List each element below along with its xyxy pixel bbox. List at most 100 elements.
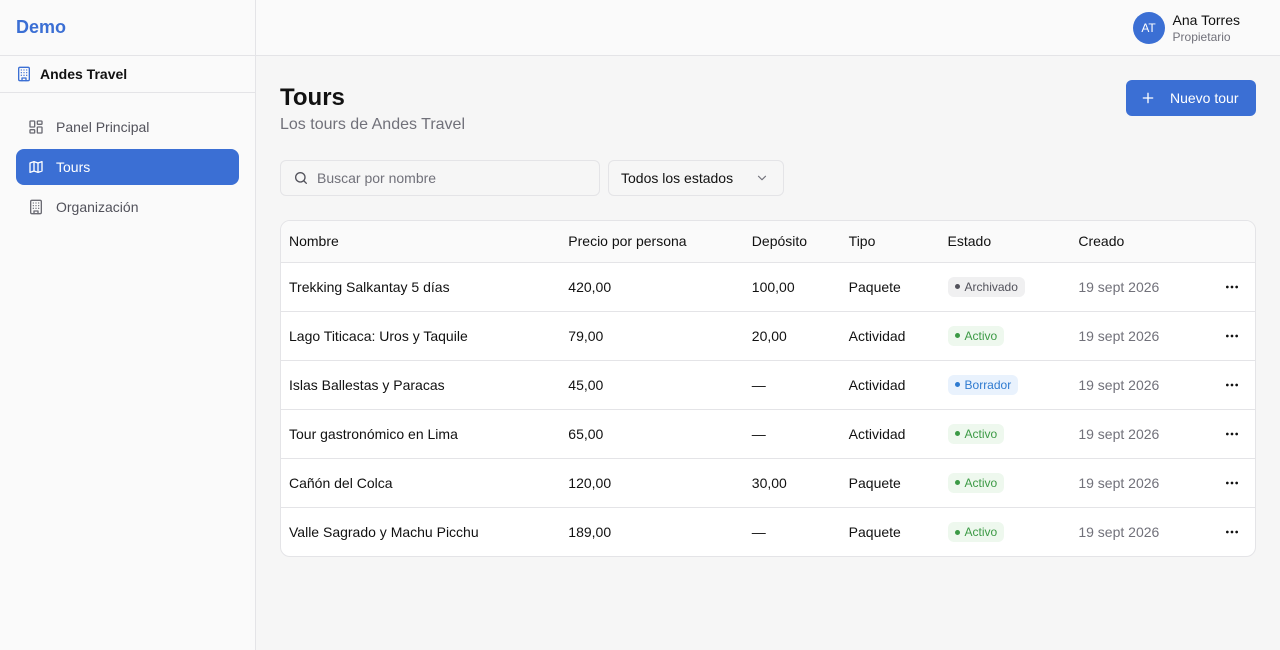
cell-status: Activo bbox=[939, 409, 1071, 459]
more-actions-icon[interactable] bbox=[1208, 328, 1255, 344]
cell-name: Valle Sagrado y Machu Picchu bbox=[289, 523, 479, 540]
cell-deposit: 100,00 bbox=[743, 262, 841, 312]
cell-created: 19 sept 2026 bbox=[1070, 311, 1201, 361]
cell-type: Actividad bbox=[840, 409, 940, 459]
status-label: Borrador bbox=[964, 377, 1012, 392]
status-label: Activo bbox=[964, 328, 998, 343]
search-input[interactable] bbox=[317, 170, 577, 186]
status-label: Archivado bbox=[964, 279, 1018, 294]
status-badge: Activo bbox=[947, 522, 1005, 542]
cell-price: 65,00 bbox=[560, 409, 744, 459]
cell-actions bbox=[1200, 262, 1255, 312]
map-icon bbox=[28, 159, 44, 175]
column-header-actions bbox=[1200, 221, 1255, 263]
table-row[interactable]: Islas Ballestas y Paracas 45,00 — Activi… bbox=[281, 360, 1255, 410]
cell-created: 19 sept 2026 bbox=[1070, 458, 1201, 508]
sidebar-item-tours[interactable]: Tours bbox=[16, 149, 239, 185]
table-row[interactable]: Cañón del Colca 120,00 30,00 Paquete Act… bbox=[281, 458, 1255, 508]
cell-name: Islas Ballestas y Paracas bbox=[281, 360, 561, 410]
cell-price: 45,00 bbox=[560, 360, 744, 410]
cell-type: Paquete bbox=[840, 458, 940, 508]
status-badge: Activo bbox=[947, 423, 1005, 444]
cell-created: 19 sept 2026 bbox=[1070, 409, 1201, 459]
table-row[interactable]: Lago Titicaca: Uros y Taquile 79,00 20,0… bbox=[281, 311, 1255, 361]
cell-actions bbox=[1200, 458, 1255, 508]
sidebar-item-organizacion[interactable]: Organización bbox=[16, 189, 239, 225]
status-badge: Borrador bbox=[947, 374, 1019, 395]
cell-type: Actividad bbox=[840, 311, 940, 361]
user-name: Ana Torres bbox=[1172, 12, 1240, 28]
brand-logo[interactable]: Demo bbox=[0, 0, 255, 56]
filters-bar: Todos los estados bbox=[280, 160, 1256, 196]
sidebar-item-label: Panel Principal bbox=[56, 119, 150, 135]
cell-deposit: 20,00 bbox=[743, 311, 841, 361]
cell-price: 79,00 bbox=[560, 311, 744, 361]
table-row[interactable]: Tour gastronómico en Lima 65,00 — Activi… bbox=[281, 409, 1255, 459]
cell-actions bbox=[1200, 409, 1255, 459]
more-actions-icon[interactable] bbox=[1208, 279, 1255, 295]
cell-actions bbox=[1200, 507, 1255, 556]
table-row[interactable]: Trekking Salkantay 5 días 420,00 100,00 … bbox=[281, 262, 1255, 312]
column-header-tipo[interactable]: Tipo bbox=[840, 221, 940, 263]
column-header-precio[interactable]: Precio por persona bbox=[560, 221, 744, 263]
status-filter-select[interactable]: Todos los estados bbox=[608, 160, 784, 196]
cell-price: 189,00 bbox=[568, 523, 612, 540]
sidebar: Demo Andes Travel Panel Principal Tours bbox=[0, 0, 256, 650]
cell-type: Actividad bbox=[840, 360, 940, 410]
cell-deposit: — bbox=[743, 409, 841, 459]
status-filter-value: Todos los estados bbox=[621, 170, 734, 186]
table-header: Nombre Precio por persona Depósito Tipo … bbox=[281, 221, 1255, 263]
cell-deposit: — bbox=[743, 360, 841, 410]
status-dot-icon bbox=[954, 480, 960, 486]
cell-price: 120,00 bbox=[560, 458, 744, 508]
organization-name: Andes Travel bbox=[40, 66, 128, 82]
sidebar-item-panel-principal[interactable]: Panel Principal bbox=[16, 109, 239, 145]
column-header-deposito[interactable]: Depósito bbox=[743, 221, 841, 263]
building-icon bbox=[28, 199, 44, 215]
cell-created: 19 sept 2026 bbox=[1078, 523, 1160, 540]
column-header-estado[interactable]: Estado bbox=[939, 221, 1071, 263]
page-title: Tours bbox=[280, 84, 345, 111]
status-badge: Activo bbox=[947, 325, 1005, 346]
new-tour-label: Nuevo tour bbox=[1170, 90, 1239, 106]
user-menu[interactable]: AT Ana Torres Propietario bbox=[1132, 11, 1240, 45]
tours-table: Nombre Precio por persona Depósito Tipo … bbox=[281, 221, 1255, 556]
search-icon bbox=[293, 170, 309, 186]
top-header: AT Ana Torres Propietario bbox=[256, 0, 1280, 56]
status-dot-icon bbox=[954, 333, 960, 339]
status-label: Activo bbox=[964, 475, 998, 490]
cell-actions bbox=[1200, 311, 1255, 361]
cell-name: Tour gastronómico en Lima bbox=[281, 409, 561, 459]
new-tour-button[interactable]: Nuevo tour bbox=[1126, 80, 1256, 116]
more-actions-icon[interactable] bbox=[1208, 377, 1255, 393]
column-header-nombre[interactable]: Nombre bbox=[281, 221, 561, 263]
more-actions-icon[interactable] bbox=[1208, 475, 1255, 491]
tours-table-container: Nombre Precio por persona Depósito Tipo … bbox=[280, 220, 1256, 557]
plus-icon bbox=[1140, 90, 1156, 106]
building-icon bbox=[16, 66, 32, 82]
chevron-down-icon bbox=[755, 171, 769, 185]
cell-status: Activo bbox=[939, 311, 1071, 361]
more-actions-icon[interactable] bbox=[1208, 524, 1255, 540]
cell-created: 19 sept 2026 bbox=[1070, 360, 1201, 410]
status-dot-icon bbox=[954, 284, 960, 290]
cell-status: Borrador bbox=[939, 360, 1071, 410]
more-actions-icon[interactable] bbox=[1208, 426, 1255, 442]
cell-status: Activo bbox=[940, 507, 1071, 556]
column-header-creado[interactable]: Creado bbox=[1070, 221, 1201, 263]
cell-name: Lago Titicaca: Uros y Taquile bbox=[281, 311, 561, 361]
status-dot-icon bbox=[954, 382, 960, 388]
sidebar-item-label: Organización bbox=[56, 199, 139, 215]
main-content: Tours Los tours de Andes Travel Nuevo to… bbox=[280, 56, 1256, 557]
cell-status: Activo bbox=[939, 458, 1071, 508]
sidebar-item-label: Tours bbox=[56, 159, 91, 175]
status-dot-icon bbox=[954, 529, 960, 535]
cell-type: Paquete bbox=[848, 523, 901, 540]
organization-switcher[interactable]: Andes Travel bbox=[0, 56, 255, 93]
user-role: Propietario bbox=[1172, 30, 1231, 44]
page-subtitle: Los tours de Andes Travel bbox=[280, 116, 465, 133]
table-row[interactable]: Valle Sagrado y Machu Picchu 189,00 — Pa… bbox=[281, 507, 1255, 556]
table-body: Trekking Salkantay 5 días 420,00 100,00 … bbox=[281, 262, 1255, 556]
avatar: AT bbox=[1132, 12, 1165, 44]
cell-type: Paquete bbox=[840, 262, 940, 312]
